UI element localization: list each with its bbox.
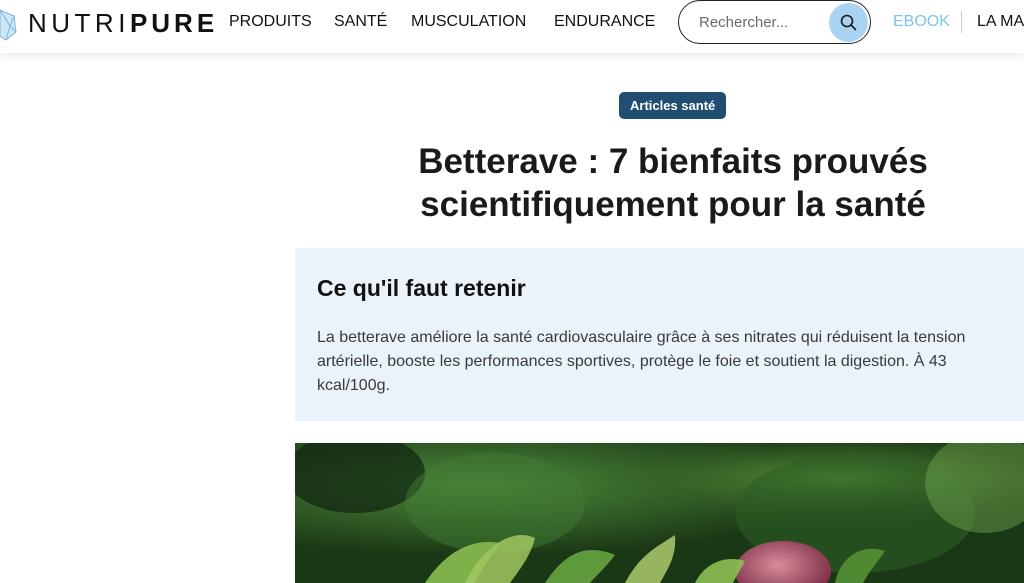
hero-image <box>295 443 1024 583</box>
leaf-logo-icon[interactable] <box>0 6 20 42</box>
brand-logo-bold: PURE <box>129 8 219 38</box>
nav-item-endurance[interactable]: ENDURANCE <box>554 12 655 32</box>
key-takeaways-text: La betterave améliore la santé cardiovas… <box>317 329 966 394</box>
ebook-link[interactable]: EBOOK <box>893 12 950 32</box>
brand-logo[interactable]: NUTRIPURE <box>28 9 218 37</box>
search-bar <box>678 0 871 44</box>
nav-item-la-ma[interactable]: LA MA <box>977 12 1024 32</box>
search-input[interactable] <box>699 12 839 32</box>
header-divider <box>961 11 962 33</box>
key-takeaways-box: Ce qu'il faut retenir La betterave améli… <box>295 248 1024 421</box>
category-badge[interactable]: Articles santé <box>619 92 727 119</box>
article-title: Betterave : 7 bienfaits prouvés scientif… <box>418 142 928 224</box>
search-icon <box>840 14 857 31</box>
hero-photo-beetroot <box>295 443 1024 583</box>
nav-item-musculation[interactable]: MUSCULATION <box>411 12 526 32</box>
brand-logo-light: NUTRI <box>28 8 130 38</box>
site-header: NUTRIPURE PRODUITS SANTÉ MUSCULATION END… <box>0 0 1024 53</box>
nav-item-produits[interactable]: PRODUITS <box>229 12 312 32</box>
key-takeaways-heading: Ce qu'il faut retenir <box>317 275 526 301</box>
nav-item-sante[interactable]: SANTÉ <box>334 12 387 32</box>
search-button[interactable] <box>829 3 868 42</box>
